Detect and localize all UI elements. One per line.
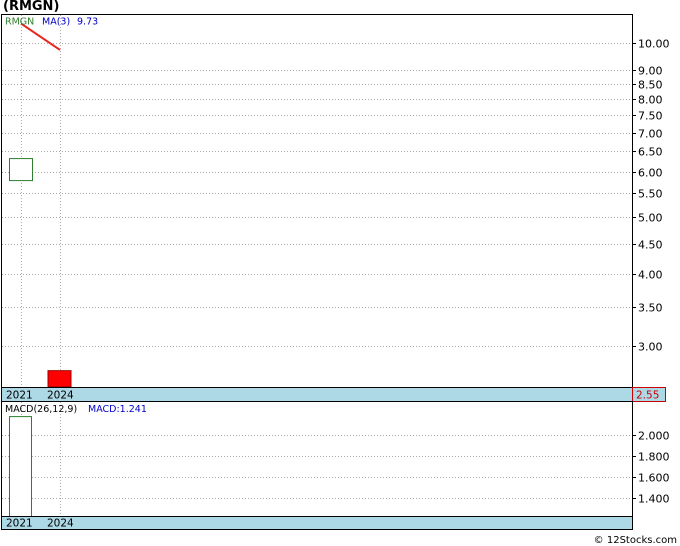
price-y-tick-label: 7.50 [638,110,663,123]
last-price-label: 2.55 [636,390,659,402]
price-y-tick-label: 3.50 [638,302,663,315]
price-y-tick-label: 3.00 [638,341,663,354]
candle-2021 [9,158,33,182]
macd-indicator-label: MACD(26,12,9) [5,404,77,415]
price-x-axis-band [1,387,633,402]
macd-x-axis-band [1,516,633,530]
price-x-label-2024: 2024 [47,390,74,402]
price-y-tick-label: 6.50 [638,146,663,159]
price-y-tick-label: 8.50 [638,79,663,92]
macd-gridlines [2,435,632,499]
price-y-tick-label: 8.00 [638,94,663,107]
price-x-label-2021: 2021 [6,390,33,402]
price-y-tick-label: 4.00 [638,269,663,282]
price-y-tick-label: 6.00 [638,167,663,180]
price-marks [9,22,72,388]
legend-ma-label: MA(3) [42,17,70,28]
price-y-tick-label: 4.50 [638,239,663,252]
macd-x-label-2024: 2024 [47,518,74,530]
price-y-axis-ticks: 10.00 9.008.50 8.00 7.50 7.00 6.50 6.00 5.50 5.0… [632,38,670,354]
macd-panel-frame [1,401,633,517]
price-y-tick-label: 10.00 [638,38,670,51]
legend-ma-value: 9.73 [77,17,98,28]
legend-ticker-label: RMGN [5,17,34,28]
price-y-tick-label: 5.50 [638,188,663,201]
candle-2024 [47,370,72,388]
price-y-tick-label: 5.00 [638,212,663,225]
chart-page: (RMGN) 10.00 9.00 8.50 8.00 7.50 7.00 6.50 6.00… [0,0,680,546]
price-gridlines [2,43,632,347]
macd-marks [9,416,32,518]
macd-y-tick-label: 1.800 [638,451,670,464]
macd-y-tick-label: 1.600 [638,472,670,485]
macd-y-tick-label: 2.000 [638,430,670,443]
macd-x-label-2021: 2021 [6,518,33,530]
macd-value-label: MACD:1.241 [88,404,147,415]
price-y-tick-label: 7.00 [638,128,663,141]
footer-credit: © 12Stocks.com [593,535,677,546]
ma-line [20,22,61,51]
macd-y-tick-label: 1.400 [638,493,670,506]
price-y-tick-label: 9.00 [638,65,663,78]
macd-bar-2021 [9,416,32,518]
stock-chart: 10.00 9.008.50 8.00 7.50 7.00 6.50 6.00 5.50 5.0… [1,14,670,530]
macd-y-axis-ticks: 2.000 1.800 1.600 1.400 [632,430,670,506]
